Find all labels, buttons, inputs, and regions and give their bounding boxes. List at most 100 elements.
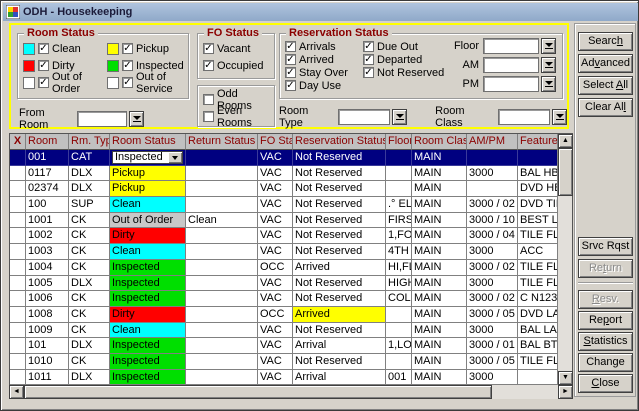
cell-rm-type[interactable]: CK — [69, 291, 110, 307]
filter-checkbox-item[interactable]: ✓ Stay Over — [285, 66, 357, 79]
cell-floor[interactable]: HIGH — [386, 276, 412, 292]
cell-floor[interactable]: 4TH F — [386, 244, 412, 260]
cell-ampm[interactable] — [467, 150, 518, 166]
scroll-left-button[interactable]: ◄ — [9, 385, 24, 399]
cell-room-class[interactable]: MAIN — [412, 370, 467, 385]
cell-floor[interactable]: .° ELIS — [386, 197, 412, 213]
cell-room-status[interactable]: Inspected — [110, 291, 186, 307]
cell-delete[interactable] — [10, 228, 26, 244]
room-status-combo-dropdown[interactable] — [168, 152, 182, 163]
cell-floor[interactable] — [386, 166, 412, 182]
cell-room[interactable]: 1003 — [26, 244, 69, 260]
from-room-combo[interactable] — [77, 111, 144, 127]
table-row[interactable]: 1001 CK Out of Order Clean VAC Not Reser… — [10, 213, 559, 229]
cell-return-status[interactable] — [186, 354, 258, 370]
cell-return-status[interactable] — [186, 338, 258, 354]
cell-reservation-status[interactable]: Not Reserved — [293, 213, 386, 229]
table-row[interactable]: 1002 CK Dirty VAC Not Reserved 1,FO MAIN… — [10, 228, 559, 244]
horizontal-scrollbar[interactable]: ◄ ► — [9, 385, 573, 399]
cell-rm-type[interactable]: CK — [69, 244, 110, 260]
grid-header-features[interactable]: Features — [518, 134, 558, 150]
cell-delete[interactable] — [10, 370, 26, 385]
cell-delete[interactable] — [10, 291, 26, 307]
cell-return-status[interactable]: Clean — [186, 213, 258, 229]
cell-floor[interactable] — [386, 150, 412, 166]
cell-features[interactable]: BAL HB — [518, 166, 558, 182]
cell-ampm[interactable]: 3000 / 02 — [467, 197, 518, 213]
cell-floor[interactable] — [386, 181, 412, 197]
cell-reservation-status[interactable]: Arrived — [293, 307, 386, 323]
cell-reservation-status[interactable]: Not Reserved — [293, 150, 386, 166]
cell-fo-status[interactable]: VAC — [258, 213, 293, 229]
search-button[interactable]: Search — [578, 32, 633, 51]
cell-features[interactable]: C N123 — [518, 291, 558, 307]
cell-fo-status[interactable]: VAC — [258, 197, 293, 213]
cell-room-class[interactable]: MAIN — [412, 213, 467, 229]
cell-fo-status[interactable]: VAC — [258, 244, 293, 260]
cell-room-class[interactable]: MAIN — [412, 276, 467, 292]
cell-delete[interactable] — [10, 150, 26, 166]
filter-checkbox-item[interactable]: ✓ Pickup — [107, 42, 191, 55]
cell-room-status[interactable]: Dirty — [110, 228, 186, 244]
cell-features[interactable]: TILE FLO — [518, 260, 558, 276]
grid-header-rm-type[interactable]: Rm. Type — [69, 134, 110, 150]
room-type-combo[interactable] — [338, 109, 407, 125]
cell-ampm[interactable]: 3000 — [467, 166, 518, 182]
cell-room-status[interactable]: Pickup — [110, 181, 186, 197]
cell-features[interactable] — [518, 370, 558, 385]
select-all-button[interactable]: Select All — [578, 76, 633, 95]
cell-delete[interactable] — [10, 276, 26, 292]
cell-delete[interactable] — [10, 244, 26, 260]
grid-header-reservation-status[interactable]: Reservation Status — [293, 134, 386, 150]
cell-room[interactable]: 1011 — [26, 370, 69, 385]
cell-fo-status[interactable]: VAC — [258, 338, 293, 354]
scroll-right-button[interactable]: ► — [558, 385, 573, 399]
cell-reservation-status[interactable]: Not Reserved — [293, 228, 386, 244]
cell-ampm[interactable]: 3000 / 05 — [467, 307, 518, 323]
checkbox[interactable]: ✓ — [122, 77, 133, 88]
cell-reservation-status[interactable]: Not Reserved — [293, 354, 386, 370]
cell-room[interactable]: 1006 — [26, 291, 69, 307]
cell-rm-type[interactable]: CK — [69, 323, 110, 339]
cell-reservation-status[interactable]: Arrival — [293, 370, 386, 385]
checkbox[interactable]: ✓ — [122, 60, 133, 71]
cell-return-status[interactable] — [186, 323, 258, 339]
cell-room-status[interactable]: Clean — [110, 197, 186, 213]
cell-room[interactable]: 1001 — [26, 213, 69, 229]
checkbox[interactable]: ✓ — [285, 54, 296, 65]
cell-room-class[interactable]: MAIN — [412, 181, 467, 197]
cell-floor[interactable] — [386, 323, 412, 339]
cell-features[interactable]: TILE FLO — [518, 228, 558, 244]
cell-room-status[interactable]: Inspected — [110, 354, 186, 370]
cell-ampm[interactable]: 3000 / 04 — [467, 228, 518, 244]
cell-room-class[interactable]: MAIN — [412, 291, 467, 307]
filter-checkbox-item[interactable]: ✓ Not Reserved — [363, 66, 455, 79]
cell-delete[interactable] — [10, 354, 26, 370]
cell-reservation-status[interactable]: Arrived — [293, 260, 386, 276]
cell-fo-status[interactable]: VAC — [258, 323, 293, 339]
cell-ampm[interactable]: 3000 — [467, 244, 518, 260]
cell-fo-status[interactable]: VAC — [258, 354, 293, 370]
cell-room[interactable]: 1010 — [26, 354, 69, 370]
cell-reservation-status[interactable]: Not Reserved — [293, 323, 386, 339]
cell-delete[interactable] — [10, 181, 26, 197]
cell-fo-status[interactable]: OCC — [258, 307, 293, 323]
cell-room-class[interactable]: MAIN — [412, 197, 467, 213]
cell-room-status[interactable]: Inspected — [110, 338, 186, 354]
checkbox[interactable]: ✓ — [363, 41, 374, 52]
cell-features[interactable]: DVD TIL — [518, 197, 558, 213]
cell-return-status[interactable] — [186, 291, 258, 307]
cell-delete[interactable] — [10, 307, 26, 323]
grid-header-room[interactable]: Room — [26, 134, 69, 150]
cell-fo-status[interactable]: VAC — [258, 166, 293, 182]
checkbox[interactable]: ✓ — [203, 60, 214, 71]
cell-room-class[interactable]: MAIN — [412, 323, 467, 339]
cell-rm-type[interactable]: SUP — [69, 197, 110, 213]
filter-checkbox-item[interactable]: ✓ Out of Service — [107, 76, 191, 89]
room-status-cell-combo[interactable]: Inspected — [112, 151, 183, 164]
cell-delete[interactable] — [10, 323, 26, 339]
filter-checkbox-item[interactable]: ✓ Occupied — [203, 59, 274, 72]
table-row[interactable]: 02374 DLX Pickup VAC Not Reserved MAIN D… — [10, 181, 559, 197]
cell-rm-type[interactable]: DLX — [69, 338, 110, 354]
scroll-up-button[interactable]: ▲ — [558, 134, 573, 148]
